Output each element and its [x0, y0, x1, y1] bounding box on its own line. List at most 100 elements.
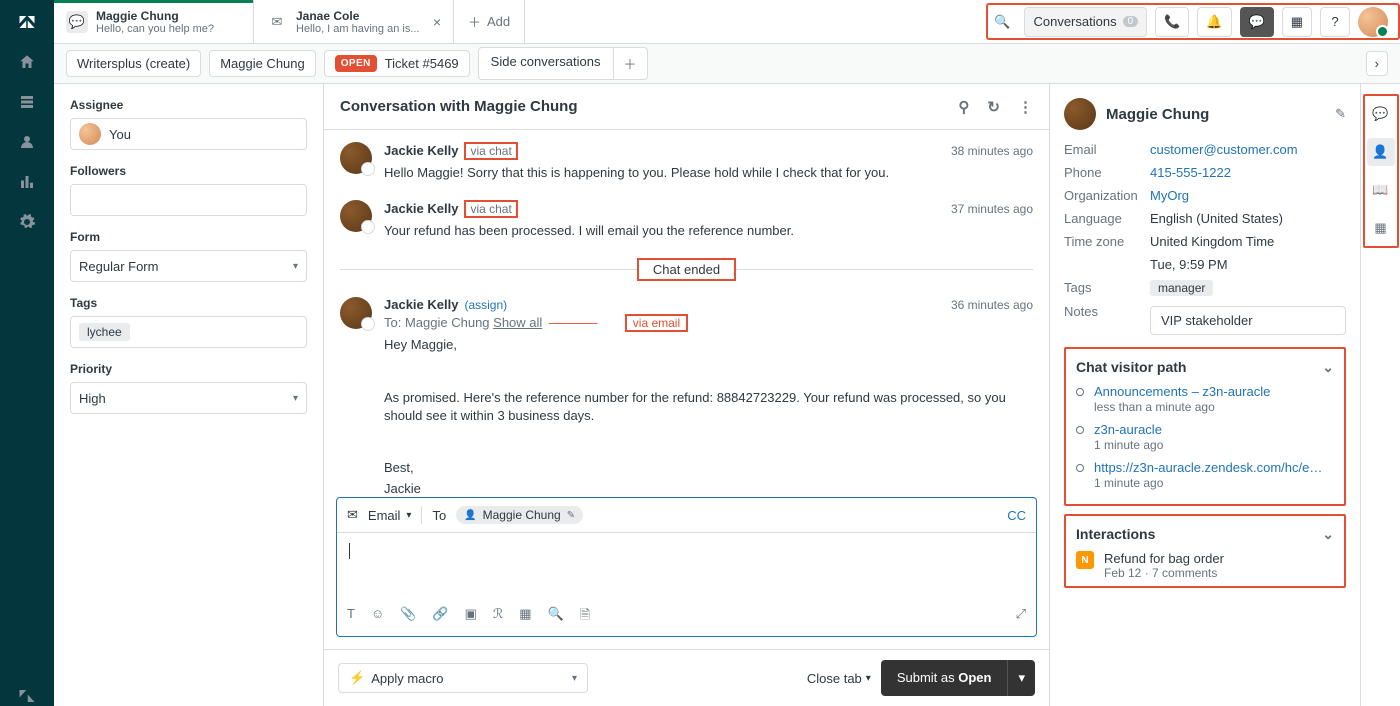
profile-org[interactable]: MyOrg	[1150, 188, 1346, 203]
top-right-cluster: 🔍 Conversations 0 📞 🔔 💬 ▦ ?	[986, 3, 1400, 40]
person-icon: 👤	[464, 510, 476, 521]
dot-icon	[1076, 426, 1084, 434]
reporting-icon[interactable]	[17, 172, 37, 192]
emoji-icon[interactable]: ☺	[371, 606, 384, 628]
conversations-button[interactable]: Conversations 0	[1024, 7, 1147, 37]
attachment-icon[interactable]: 📎	[400, 606, 416, 628]
compose-to-chip[interactable]: 👤 Maggie Chung ✎	[456, 506, 583, 524]
interaction-sub: Feb 12 · 7 comments	[1104, 566, 1224, 580]
filter-icon[interactable]: ⚲	[958, 98, 969, 116]
form-select[interactable]: Regular Form	[70, 250, 307, 282]
breadcrumb-user[interactable]: Maggie Chung	[209, 50, 316, 77]
assign-link[interactable]: (assign)	[464, 298, 507, 312]
chevron-down-icon: ▾	[866, 673, 871, 684]
conversation-header: Conversation with Maggie Chung ⚲ ↻ ⋮	[324, 84, 1049, 130]
more-icon[interactable]: ⋮	[1018, 98, 1033, 116]
chat-icon: 💬	[66, 11, 88, 33]
interaction-title: Refund for bag order	[1104, 551, 1224, 566]
profile-phone[interactable]: 415-555-1222	[1150, 165, 1346, 180]
chat-ended-label: Chat ended	[637, 258, 736, 281]
add-tab-button[interactable]: ＋ Add	[454, 0, 525, 43]
compose-textarea[interactable]	[337, 533, 1036, 598]
tab-subtitle: Hello, can you help me?	[96, 23, 214, 35]
show-all-link[interactable]: Show all	[493, 315, 542, 330]
user-context-icon[interactable]: 👤	[1367, 138, 1395, 166]
history-icon[interactable]: ↻	[987, 98, 1000, 116]
avatar	[340, 142, 372, 174]
text-format-icon[interactable]: T	[347, 606, 355, 628]
app-nav-rail	[0, 0, 54, 706]
apply-macro-select[interactable]: ⚡ Apply macro	[338, 663, 588, 693]
priority-select[interactable]: High	[70, 382, 307, 414]
compose-cc-link[interactable]: CC	[1007, 508, 1026, 523]
help-button[interactable]: ?	[1320, 7, 1350, 37]
template-icon[interactable]: 🗎	[580, 606, 590, 628]
path-item[interactable]: https://z3n-auracle.zendesk.com/hc/en...…	[1076, 460, 1334, 490]
plus-icon[interactable]: ＋	[614, 47, 648, 80]
avatar	[340, 297, 372, 329]
footer-row: ⚡ Apply macro Close tab ▾ Submit as Open	[324, 649, 1049, 706]
message-time: 37 minutes ago	[951, 202, 1033, 216]
assignee-field[interactable]: You	[70, 118, 307, 150]
chevron-down-icon[interactable]: ⌄	[1322, 359, 1334, 376]
breadcrumb-ticket[interactable]: OPEN Ticket #5469	[324, 50, 470, 77]
compose-channel-select[interactable]: Email ▾	[368, 508, 412, 523]
customers-icon[interactable]	[17, 132, 37, 152]
knowledge-icon[interactable]: 📖	[1367, 176, 1395, 204]
home-icon[interactable]	[17, 52, 37, 72]
me-avatar[interactable]	[1358, 7, 1388, 37]
apps-icon[interactable]: ▦	[1367, 214, 1395, 242]
followers-label: Followers	[70, 164, 307, 178]
next-ticket-button[interactable]: ›	[1366, 51, 1388, 76]
notifications-button[interactable]: 🔔	[1197, 7, 1231, 37]
conversation-context-icon[interactable]: 💬	[1367, 100, 1395, 128]
bell-icon: 🔔	[1206, 14, 1222, 30]
followers-field[interactable]	[70, 184, 307, 216]
chat-message: Jackie Kelly via chat 38 minutes ago Hel…	[340, 142, 1033, 182]
notes-input[interactable]: VIP stakeholder	[1150, 306, 1346, 335]
pencil-icon[interactable]: ✎	[1335, 106, 1346, 122]
chat-availability-button[interactable]: 💬	[1240, 7, 1274, 37]
tab-janae[interactable]: ✉ Janae Cole Hello, I am having an is...…	[254, 0, 454, 43]
path-item[interactable]: z3n-auracle 1 minute ago	[1076, 422, 1334, 452]
breadcrumb-org[interactable]: Writersplus (create)	[66, 50, 201, 77]
profile-email[interactable]: customer@customer.com	[1150, 142, 1346, 157]
tags-field[interactable]: lychee	[70, 316, 307, 348]
message-author: Jackie Kelly	[384, 201, 458, 216]
tab-maggie[interactable]: 💬 Maggie Chung Hello, can you help me?	[54, 0, 254, 43]
admin-icon[interactable]	[17, 212, 37, 232]
close-tab-button[interactable]: Close tab ▾	[807, 671, 871, 686]
chat-message: Jackie Kelly via chat 37 minutes ago You…	[340, 200, 1033, 240]
interaction-item[interactable]: N Refund for bag order Feb 12 · 7 commen…	[1076, 551, 1334, 580]
submit-button[interactable]: Submit as Open	[881, 660, 1008, 696]
section-title: Interactions	[1076, 526, 1155, 543]
image-icon[interactable]: ▣	[465, 606, 477, 628]
link-icon[interactable]: 🔗	[432, 606, 448, 628]
phone-button[interactable]: 📞	[1155, 7, 1189, 37]
zendesk-logo-icon[interactable]	[17, 12, 37, 32]
search-icon[interactable]: 🔍	[548, 606, 564, 628]
compose-box: ✉ Email ▾ To 👤 Maggie Chung ✎ CC	[336, 497, 1037, 637]
conversations-label: Conversations	[1033, 14, 1116, 29]
views-icon[interactable]	[17, 92, 37, 112]
profile-name: Maggie Chung	[1106, 106, 1209, 123]
tag-chip[interactable]: lychee	[79, 323, 130, 341]
email-glyph-icon: ✉	[347, 507, 358, 523]
search-icon[interactable]: 🔍	[988, 14, 1016, 30]
side-conversations-button[interactable]: Side conversations ＋	[478, 47, 648, 80]
message-time: 36 minutes ago	[951, 298, 1033, 312]
zendesk-glyph-icon[interactable]	[17, 686, 37, 706]
expand-icon[interactable]: ⤢	[1016, 606, 1026, 628]
submit-dropdown[interactable]: ▾	[1007, 660, 1035, 696]
tab-subtitle: Hello, I am having an is...	[296, 23, 420, 35]
path-item[interactable]: Announcements – z3n-auracle less than a …	[1076, 384, 1334, 414]
pencil-icon[interactable]: ✎	[567, 510, 575, 521]
chevron-down-icon[interactable]: ⌄	[1322, 526, 1334, 543]
table-icon[interactable]: ▦	[519, 606, 531, 628]
snippet-icon[interactable]: ℛ	[493, 606, 503, 628]
close-icon[interactable]: ×	[433, 14, 441, 30]
profile-tag[interactable]: manager	[1150, 280, 1213, 296]
profile-fields: Emailcustomer@customer.com Phone415-555-…	[1064, 142, 1346, 335]
open-badge: OPEN	[335, 55, 377, 72]
apps-button[interactable]: ▦	[1282, 7, 1312, 37]
